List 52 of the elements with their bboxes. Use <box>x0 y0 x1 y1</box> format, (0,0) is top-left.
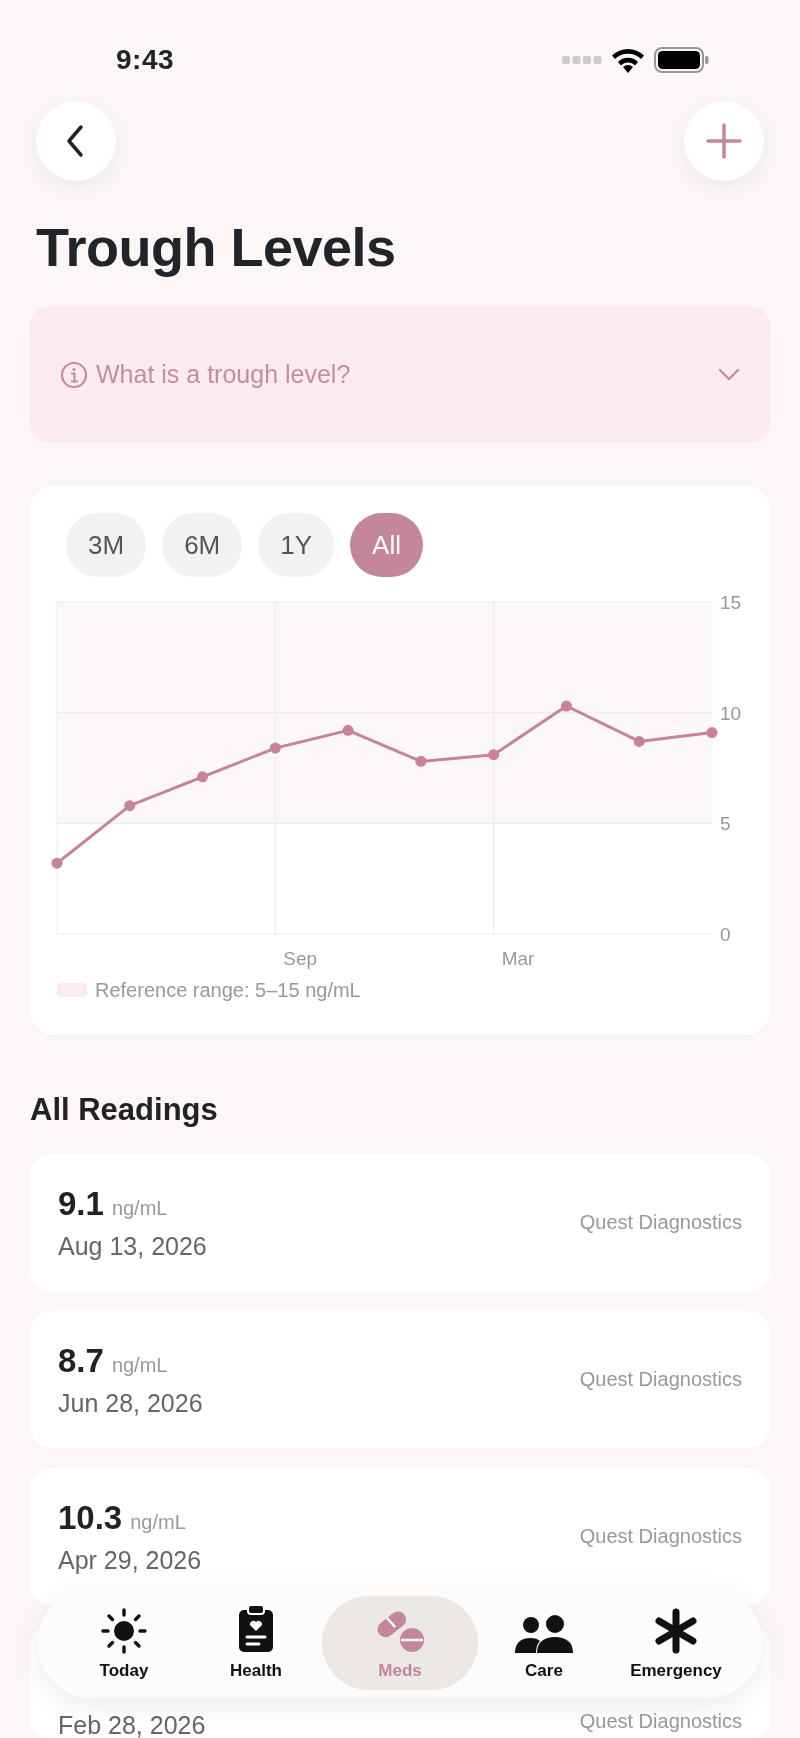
sun-icon <box>101 1608 147 1655</box>
reading-value: 9.1 <box>58 1183 104 1224</box>
asterisk-icon <box>655 1608 697 1655</box>
tab-bar-item[interactable]: Today <box>58 1596 190 1690</box>
signal-icon <box>562 55 602 64</box>
tab-bar-item[interactable]: Care <box>478 1596 610 1690</box>
data-point <box>633 735 645 747</box>
range-tab[interactable]: 1Y <box>258 513 335 577</box>
reading-unit: ng/mL <box>130 1509 186 1535</box>
info-icon <box>60 360 88 389</box>
battery-icon <box>654 46 710 73</box>
range-tab[interactable]: 3M <box>66 513 147 577</box>
data-point <box>560 700 572 712</box>
reading-value: 8.7 <box>58 1340 104 1381</box>
lab-name: Quest Diagnostics <box>579 1367 742 1392</box>
data-point <box>415 755 427 767</box>
range-tab[interactable]: 6M <box>162 513 243 577</box>
reading-value: 10.3 <box>58 1497 123 1538</box>
y-axis-label: 10 <box>720 702 742 724</box>
status-time: 9:43 <box>116 42 175 77</box>
reading-unit: ng/mL <box>111 1352 168 1378</box>
reading-unit: ng/mL <box>111 1195 168 1221</box>
data-point <box>269 742 281 754</box>
section-title: All Readings <box>30 1091 219 1129</box>
data-point <box>51 857 63 869</box>
reading-date: Feb 28, 2026 <box>58 1709 206 1738</box>
y-axis-label: 5 <box>720 813 731 835</box>
data-point <box>197 771 209 783</box>
plus-icon <box>706 123 742 159</box>
info-label: What is a trough level? <box>96 358 351 390</box>
lab-name: Quest Diagnostics <box>579 1210 742 1235</box>
people-icon <box>515 1614 573 1655</box>
tab-bar-item[interactable]: Emergency <box>610 1596 742 1690</box>
data-point <box>488 749 500 761</box>
clipboard-icon <box>237 1604 275 1655</box>
data-point <box>124 800 136 812</box>
page-title: Trough Levels <box>36 216 397 279</box>
reading-date: Apr 29, 2026 <box>58 1545 202 1576</box>
legend-label: Reference range: 5–15 ng/mL <box>95 978 361 1003</box>
data-point <box>342 724 354 736</box>
y-axis-label: 15 <box>720 592 742 613</box>
reading-date: Jun 28, 2026 <box>58 1388 203 1419</box>
reading-date: Aug 13, 2026 <box>58 1231 207 1262</box>
wifi-icon <box>610 46 646 73</box>
lab-name: Quest Diagnostics <box>579 1708 742 1734</box>
x-axis-label: Mar <box>501 948 535 969</box>
x-axis-label: Sep <box>283 948 318 969</box>
chevron-icon <box>718 367 740 382</box>
tab-bar-item[interactable]: Health <box>190 1596 322 1690</box>
data-point <box>706 727 718 739</box>
lab-name: Quest Diagnostics <box>579 1524 742 1549</box>
y-axis-label: 0 <box>720 924 731 945</box>
